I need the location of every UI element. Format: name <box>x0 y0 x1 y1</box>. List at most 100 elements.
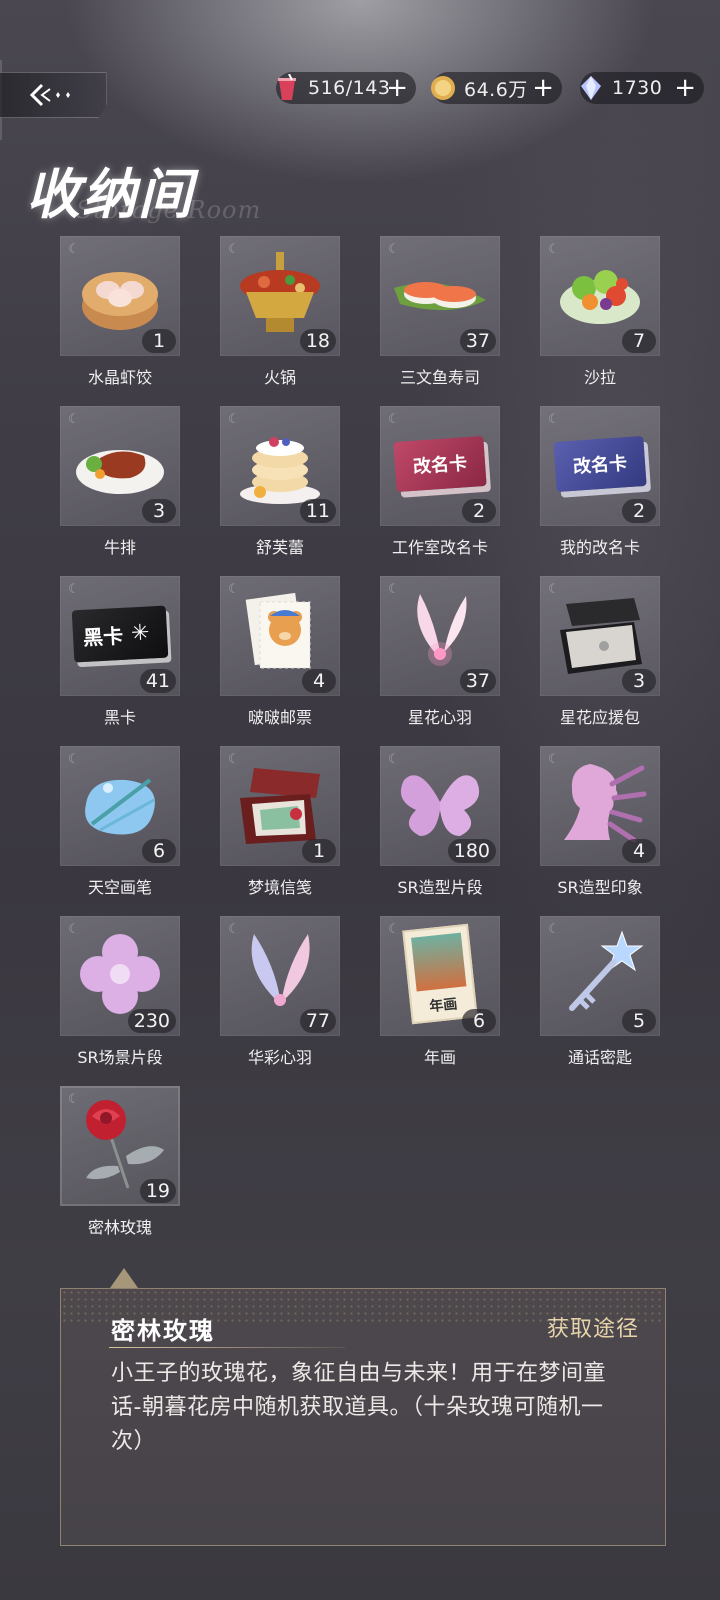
item-bobo-stamp[interactable]: ☾ 4 啵啵邮票 <box>220 576 340 728</box>
item-tile: ☾ 11 <box>220 406 340 526</box>
item-label: 水晶虾饺 <box>87 368 152 387</box>
item-detail-panel: 密林玫瑰 获取途径 小王子的玫瑰花，象征自由与未来！用于在梦间童话-朝暮花房中随… <box>60 1288 666 1546</box>
item-tile: ☾ 180 <box>380 746 500 866</box>
acquisition-route-link[interactable]: 获取途径 <box>547 1311 639 1343</box>
card-text: 改名卡 <box>572 453 628 478</box>
item-new-year-painting[interactable]: ☾ 年画 6 年画 <box>380 916 500 1068</box>
item-sr-outfit-impression[interactable]: ☾ 4 SR造型印象 <box>540 746 660 898</box>
item-forest-rose[interactable]: ☾ 19 密林玫瑰 <box>60 1086 180 1238</box>
item-count: 19 <box>139 1179 176 1203</box>
item-crystal-shrimp-dumpling[interactable]: ☾ 1 水晶虾饺 <box>60 236 180 388</box>
item-label: SR造型片段 <box>397 878 483 897</box>
add-energy-button[interactable]: + <box>386 72 408 104</box>
item-count: 37 <box>459 329 496 353</box>
item-tile: ☾ 230 <box>60 916 180 1036</box>
item-label: SR造型印象 <box>557 878 643 897</box>
item-tile: ☾ 37 <box>380 236 500 356</box>
gold-coin-icon <box>428 73 458 103</box>
detail-description: 小王子的玫瑰花，象征自由与未来！用于在梦间童话-朝暮花房中随机获取道具。（十朵玫… <box>111 1361 607 1454</box>
item-starflower-gift-pack[interactable]: ☾ 3 星花应援包 <box>540 576 660 728</box>
item-tile: ☾ 7 <box>540 236 660 356</box>
item-hotpot[interactable]: ☾ 18 火锅 <box>220 236 340 388</box>
item-tile: ☾ 1 <box>220 746 340 866</box>
item-label: 舒芙蕾 <box>255 538 304 557</box>
item-count: 6 <box>142 839 176 863</box>
item-count: 2 <box>622 499 656 523</box>
item-black-card[interactable]: ☾ 黑卡 ✳ 41 黑卡 <box>60 576 180 728</box>
item-label: 火锅 <box>263 368 296 387</box>
item-sr-outfit-fragment[interactable]: ☾ 180 SR造型片段 <box>380 746 500 898</box>
item-count: 230 <box>127 1009 176 1033</box>
item-label: 沙拉 <box>583 368 616 387</box>
drink-cup-icon <box>272 73 302 103</box>
item-count: 6 <box>462 1009 496 1033</box>
item-my-rename-card[interactable]: ☾ 改名卡 2 我的改名卡 <box>540 406 660 558</box>
item-tile: ☾ 改名卡 2 <box>540 406 660 526</box>
item-tile: ☾ 18 <box>220 236 340 356</box>
item-tile: ☾ 4 <box>540 746 660 866</box>
item-dream-letter[interactable]: ☾ 1 梦境信笺 <box>220 746 340 898</box>
item-count: 1 <box>302 839 336 863</box>
item-label: 我的改名卡 <box>559 538 640 557</box>
add-diamond-button[interactable]: + <box>674 72 696 104</box>
item-sky-brush[interactable]: ☾ 6 天空画笔 <box>60 746 180 898</box>
item-tile: ☾ 黑卡 ✳ 41 <box>60 576 180 696</box>
detail-divider <box>109 1347 345 1348</box>
item-label: 三文鱼寿司 <box>399 368 480 387</box>
item-label: 通话密匙 <box>567 1048 632 1067</box>
item-tile: ☾ 3 <box>60 406 180 526</box>
item-label: 梦境信笺 <box>247 878 312 897</box>
item-steak[interactable]: ☾ 3 牛排 <box>60 406 180 558</box>
item-tile: ☾ 年画 6 <box>380 916 500 1036</box>
diamond-icon <box>576 73 606 103</box>
item-count: 37 <box>459 669 496 693</box>
item-count: 3 <box>622 669 656 693</box>
item-count: 180 <box>447 839 496 863</box>
item-brilliant-feather[interactable]: ☾ 77 华彩心羽 <box>220 916 340 1068</box>
item-count: 11 <box>299 499 336 523</box>
item-count: 77 <box>299 1009 336 1033</box>
detail-pointer <box>110 1268 138 1288</box>
back-button[interactable] <box>0 72 107 118</box>
item-souffle[interactable]: ☾ 11 舒芙蕾 <box>220 406 340 558</box>
page-title: 收纳间 <box>26 162 194 226</box>
item-count: 18 <box>299 329 336 353</box>
item-salad[interactable]: ☾ 7 沙拉 <box>540 236 660 388</box>
item-tile: ☾ 3 <box>540 576 660 696</box>
item-count: 41 <box>139 669 176 693</box>
item-tile: ☾ 改名卡 2 <box>380 406 500 526</box>
back-arrow-icon <box>29 83 70 107</box>
item-label: 黑卡 <box>103 708 136 727</box>
item-label: 华彩心羽 <box>247 1048 312 1067</box>
item-label: 星花心羽 <box>407 708 472 727</box>
detail-item-name: 密林玫瑰 <box>111 1316 215 1345</box>
item-call-key[interactable]: ☾ 5 通话密匙 <box>540 916 660 1068</box>
item-count: 1 <box>142 329 176 353</box>
item-tile: ☾ 37 <box>380 576 500 696</box>
item-label: 星花应援包 <box>559 708 640 727</box>
item-count: 4 <box>622 839 656 863</box>
item-tile: ☾ 4 <box>220 576 340 696</box>
currency-diamond: 1730 + <box>580 72 704 104</box>
item-label: 啵啵邮票 <box>247 708 312 727</box>
item-label: 年画 <box>423 1048 456 1067</box>
card-text: 黑卡 <box>82 623 124 650</box>
item-studio-rename-card[interactable]: ☾ 改名卡 2 工作室改名卡 <box>380 406 500 558</box>
item-label: SR场景片段 <box>77 1048 163 1067</box>
currency-coin: 64.6万 + <box>431 72 562 104</box>
add-coin-button[interactable]: + <box>532 72 554 104</box>
item-starflower-feather[interactable]: ☾ 37 星花心羽 <box>380 576 500 728</box>
item-tile: ☾ 1 <box>60 236 180 356</box>
item-tile: ☾ 77 <box>220 916 340 1036</box>
item-tile: ☾ 5 <box>540 916 660 1036</box>
card-text: 改名卡 <box>412 453 468 478</box>
item-tile: ☾ 19 <box>60 1086 180 1206</box>
item-count: 2 <box>462 499 496 523</box>
item-tile: ☾ 6 <box>60 746 180 866</box>
item-salmon-sushi[interactable]: ☾ 37 三文鱼寿司 <box>380 236 500 388</box>
item-sr-scene-fragment[interactable]: ☾ 230 SR场景片段 <box>60 916 180 1068</box>
item-label: 牛排 <box>103 538 136 557</box>
currency-energy: 516/143 + <box>276 72 416 104</box>
item-label: 天空画笔 <box>87 878 152 897</box>
item-count: 4 <box>302 669 336 693</box>
